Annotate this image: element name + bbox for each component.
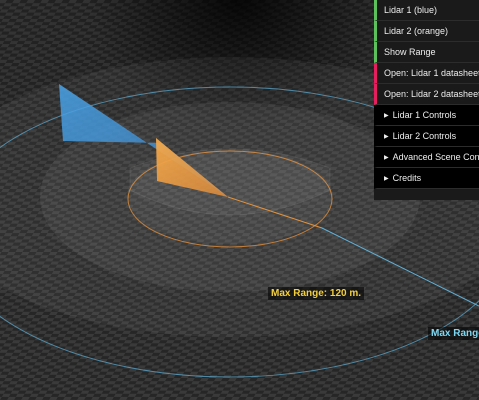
open-lidar2-datasheet-label: Open: Lidar 2 datasheet [384,89,479,99]
toggle-lidar2-label: Lidar 2 (orange) [384,26,449,36]
folder-lidar1-controls-label: Lidar 1 Controls [392,110,457,120]
control-panel: Lidar 1 (blue) Lidar 2 (orange) Show Ran… [374,0,479,200]
folder-lidar2-controls-label: Lidar 2 Controls [392,131,457,141]
caret-right-icon: ▶ [384,134,389,140]
caret-right-icon: ▶ [384,113,389,119]
folder-credits[interactable]: ▶ Credits [374,168,479,189]
folder-credits-label: Credits [392,173,422,183]
open-lidar1-datasheet-button[interactable]: Open: Lidar 1 datasheet [374,63,479,84]
toggle-show-range[interactable]: Show Range [374,42,479,63]
open-lidar2-datasheet-button[interactable]: Open: Lidar 2 datasheet [374,84,479,105]
folder-advanced-scene-controls-label: Advanced Scene Controls [392,152,479,162]
toggle-show-range-label: Show Range [384,47,436,57]
blue-max-range-label: Max Range [428,327,479,340]
toggle-lidar1[interactable]: Lidar 1 (blue) [374,0,479,21]
toggle-lidar2[interactable]: Lidar 2 (orange) [374,21,479,42]
open-lidar1-datasheet-label: Open: Lidar 1 datasheet [384,68,479,78]
toggle-lidar1-label: Lidar 1 (blue) [384,5,438,15]
caret-right-icon: ▶ [384,155,389,161]
folder-lidar1-controls[interactable]: ▶ Lidar 1 Controls [374,105,479,126]
folder-advanced-scene-controls[interactable]: ▶Advanced Scene Controls [374,147,479,168]
orange-max-range-label: Max Range: 120 m. [268,287,365,300]
folder-lidar2-controls[interactable]: ▶ Lidar 2 Controls [374,126,479,147]
caret-right-icon: ▶ [384,176,389,182]
